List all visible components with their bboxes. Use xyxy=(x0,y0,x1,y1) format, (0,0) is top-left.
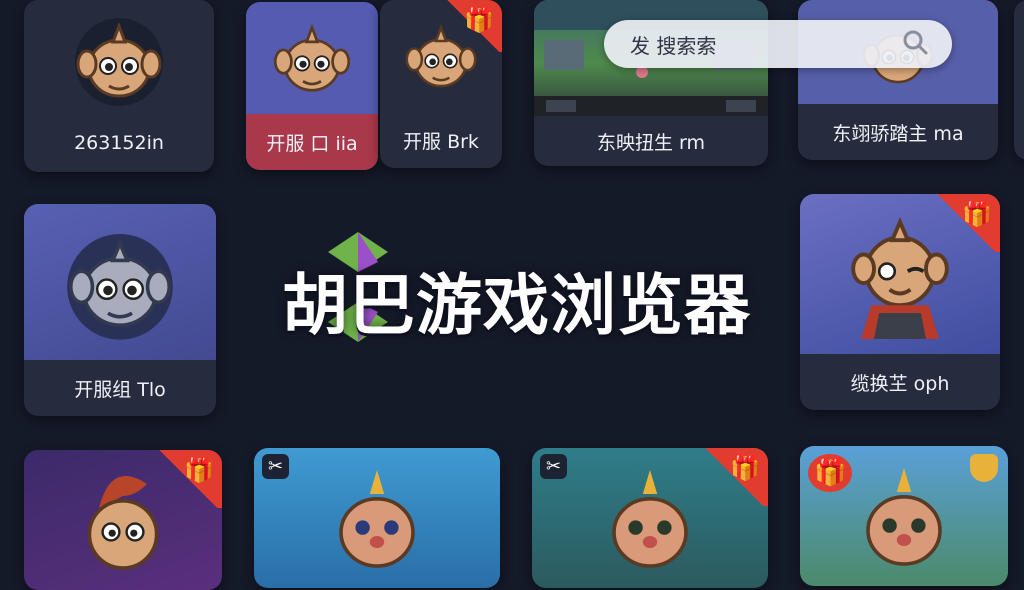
game-card-label: 开服组 Tlo xyxy=(74,378,166,401)
goblin-warrior-icon xyxy=(254,448,500,588)
gift-icon: 🎁 xyxy=(962,200,992,228)
game-card-label: 东翊骄踏主 ma xyxy=(832,122,964,145)
goblin-avatar-icon xyxy=(246,2,378,114)
goblin-warrior-icon xyxy=(800,446,1008,586)
game-card-8[interactable]: 🎁 xyxy=(24,450,222,590)
search-bar[interactable]: 发 搜索索 xyxy=(604,20,952,68)
game-card-label: 开服 Brk xyxy=(403,130,479,153)
goblin-avatar-icon xyxy=(24,0,214,120)
gift-badge: 🎁 xyxy=(932,194,1000,252)
goblin-redhair-icon xyxy=(24,450,222,590)
search-text: 发 搜索索 xyxy=(630,33,717,58)
game-card-label: 东映扭生 rm xyxy=(596,131,706,154)
game-card-partial[interactable] xyxy=(1014,0,1024,160)
goblin-warrior-icon xyxy=(532,448,768,588)
game-card-label: 263152in xyxy=(74,132,164,154)
game-card-10[interactable]: ✂ 🎁 xyxy=(532,448,768,588)
game-card-label: 开服 口 iia xyxy=(246,114,378,170)
game-card-6[interactable]: 开服组 Tlo xyxy=(24,204,216,416)
game-card-label: 缆换芏 oph xyxy=(850,372,950,395)
game-card-11[interactable]: 🎁 xyxy=(800,446,1008,586)
game-card-9[interactable]: ✂ xyxy=(254,448,500,588)
app-title: 胡巴游戏浏览器 xyxy=(282,267,751,344)
goblin-avatar-icon xyxy=(380,0,502,112)
search-icon[interactable] xyxy=(900,27,930,61)
game-card-3[interactable]: 🎁 开服 Brk xyxy=(380,0,502,168)
game-card-2[interactable]: 开服 口 iia xyxy=(246,2,378,170)
game-card-1[interactable]: 263152in xyxy=(24,0,214,172)
goblin-avatar-icon xyxy=(24,204,216,360)
game-card-7[interactable]: 🎁 缆换芏 oph xyxy=(800,194,1000,410)
